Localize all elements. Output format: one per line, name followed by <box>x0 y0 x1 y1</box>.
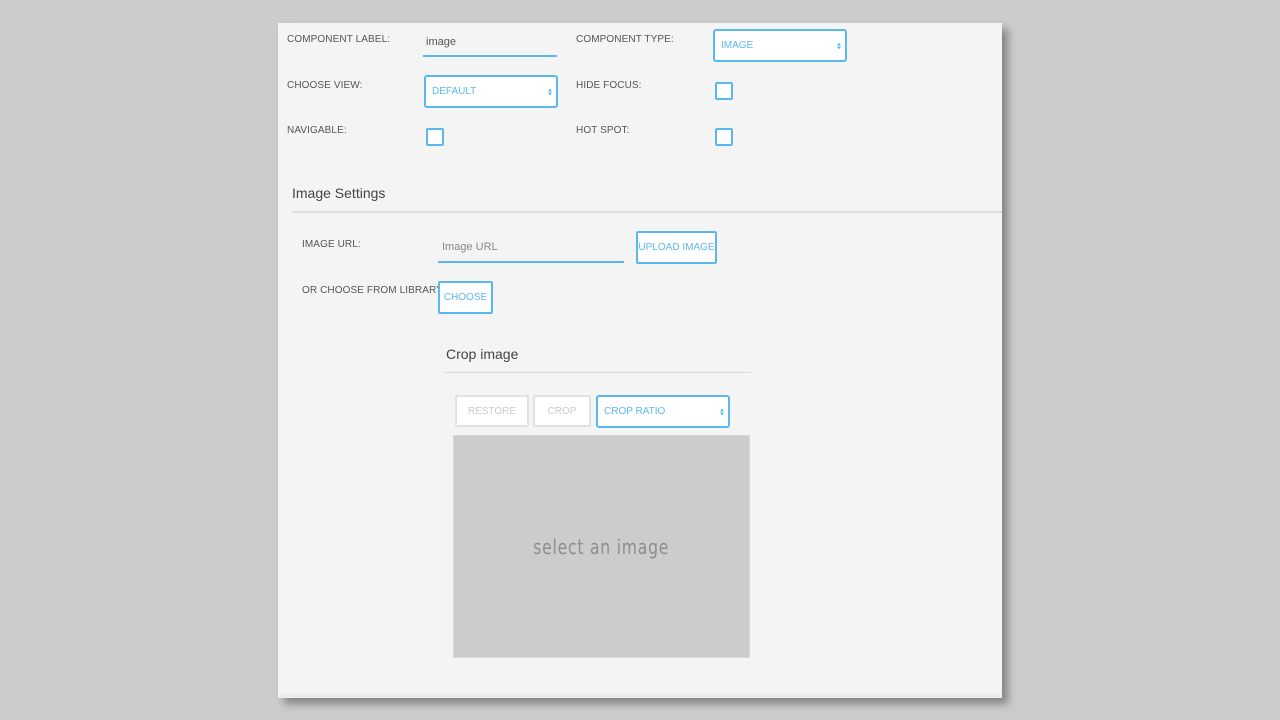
hide-focus-checkbox[interactable] <box>715 82 733 100</box>
choose-library-button[interactable]: CHOOSE <box>438 281 493 314</box>
hot-spot-caption: HOT SPOT: <box>576 125 630 136</box>
component-label-caption: COMPONENT LABEL: <box>287 34 391 45</box>
navigable-caption: NAVIGABLE: <box>287 125 347 136</box>
crop-button[interactable]: CROP <box>533 395 591 427</box>
restore-button[interactable]: RESTORE <box>455 395 529 427</box>
upload-image-button[interactable]: UPLOAD IMAGE <box>636 231 717 264</box>
component-label-input[interactable] <box>423 29 557 57</box>
library-caption: OR CHOOSE FROM LIBRARY <box>302 285 443 296</box>
panel-bottom-edge <box>278 694 1002 698</box>
crop-image-divider <box>445 372 751 373</box>
choose-view-value: DEFAULT <box>432 86 477 97</box>
crop-image-canvas[interactable]: select an image <box>453 435 750 658</box>
component-type-select[interactable]: IMAGE <box>713 29 847 62</box>
hot-spot-checkbox[interactable] <box>715 128 733 146</box>
crop-ratio-select[interactable]: CROP RATIO <box>596 395 730 428</box>
crop-image-title: Crop image <box>446 346 519 362</box>
choose-view-select[interactable]: DEFAULT <box>424 75 558 108</box>
crop-ratio-value: CROP RATIO <box>604 406 666 417</box>
select-arrows-icon <box>720 408 724 415</box>
image-url-caption: IMAGE URL: <box>302 239 361 250</box>
image-settings-divider <box>292 211 1002 213</box>
component-settings-panel: COMPONENT LABEL: COMPONENT TYPE: IMAGE C… <box>278 23 1002 698</box>
select-arrows-icon <box>548 88 552 95</box>
hide-focus-caption: HIDE FOCUS: <box>576 80 642 91</box>
select-arrows-icon <box>837 42 841 49</box>
image-settings-title: Image Settings <box>292 185 386 201</box>
navigable-checkbox[interactable] <box>426 128 444 146</box>
select-image-placeholder-text: select an image <box>533 534 670 559</box>
component-type-caption: COMPONENT TYPE: <box>576 34 674 45</box>
component-type-value: IMAGE <box>721 40 754 51</box>
choose-view-caption: CHOOSE VIEW: <box>287 80 363 91</box>
image-url-input[interactable] <box>438 233 624 263</box>
